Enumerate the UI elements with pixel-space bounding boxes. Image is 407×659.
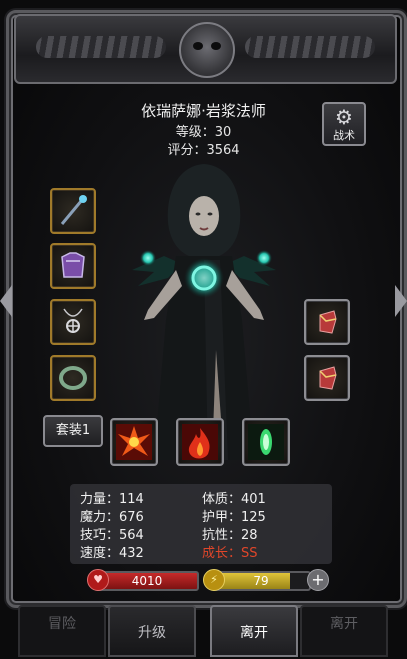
- stat-resistance: 抗性：28: [202, 528, 258, 543]
- potion-pouch-icon: [319, 366, 337, 390]
- energy-value: 79: [253, 574, 269, 588]
- lightning-icon: ⚡: [203, 569, 225, 591]
- amulet-slot[interactable]: [50, 299, 96, 345]
- fire-burst-icon: [116, 424, 152, 460]
- add-energy-button[interactable]: +: [307, 569, 329, 591]
- staff-icon: [60, 195, 87, 225]
- energy-bar: 79: [211, 571, 311, 591]
- stat-magic: 魔力：676: [80, 510, 144, 525]
- heart-icon: ♥: [87, 569, 109, 591]
- potion-pouch-icon: [319, 310, 337, 334]
- previous-character-arrow-icon[interactable]: [0, 285, 12, 317]
- consumable-slot-1[interactable]: [304, 299, 350, 345]
- tactics-button[interactable]: ⚙ 战术: [322, 102, 366, 146]
- upgrade-button[interactable]: 升级: [108, 605, 196, 657]
- stat-armor: 护甲：125: [202, 510, 266, 525]
- ring-slot[interactable]: [50, 355, 96, 401]
- ornament-wing-left: [36, 36, 166, 58]
- green-glow-icon: [248, 424, 284, 460]
- ornament-wing-right: [245, 36, 375, 58]
- tactics-label: 战术: [333, 129, 355, 142]
- adventure-button[interactable]: 冒险: [18, 605, 106, 657]
- stats-panel: 力量：114 魔力：676 技巧：564 速度：432 体质：401 护甲：12…: [70, 484, 332, 564]
- armor-slot[interactable]: [50, 243, 96, 289]
- top-ornament: [14, 14, 397, 84]
- leave-tab-faded[interactable]: 离开: [300, 605, 388, 657]
- skill-slot-1[interactable]: [110, 418, 158, 466]
- leave-button[interactable]: 离开: [210, 605, 298, 657]
- stat-strength: 力量：114: [80, 492, 144, 507]
- next-character-arrow-icon[interactable]: [395, 285, 407, 317]
- stat-speed: 速度：432: [80, 546, 144, 561]
- flame-icon: [182, 424, 218, 460]
- equipment-set-button[interactable]: 套装1: [43, 415, 103, 447]
- chest-armor-icon: [61, 252, 85, 278]
- hp-bar: 4010: [95, 571, 199, 591]
- gear-icon: ⚙: [335, 105, 353, 129]
- skull-emblem-icon: [179, 22, 235, 78]
- weapon-slot[interactable]: [50, 188, 96, 234]
- stat-growth: 成长：SS: [202, 546, 258, 561]
- resource-bars: 4010 ♥ 79 ⚡ +: [87, 569, 329, 591]
- consumable-slot-2[interactable]: [304, 355, 350, 401]
- hp-value: 4010: [131, 574, 163, 588]
- ring-icon: [59, 366, 87, 390]
- skill-slot-3[interactable]: [242, 418, 290, 466]
- amulet-icon: [63, 308, 83, 333]
- skill-slot-2[interactable]: [176, 418, 224, 466]
- stat-skill: 技巧：564: [80, 528, 144, 543]
- stat-constitution: 体质：401: [202, 492, 266, 507]
